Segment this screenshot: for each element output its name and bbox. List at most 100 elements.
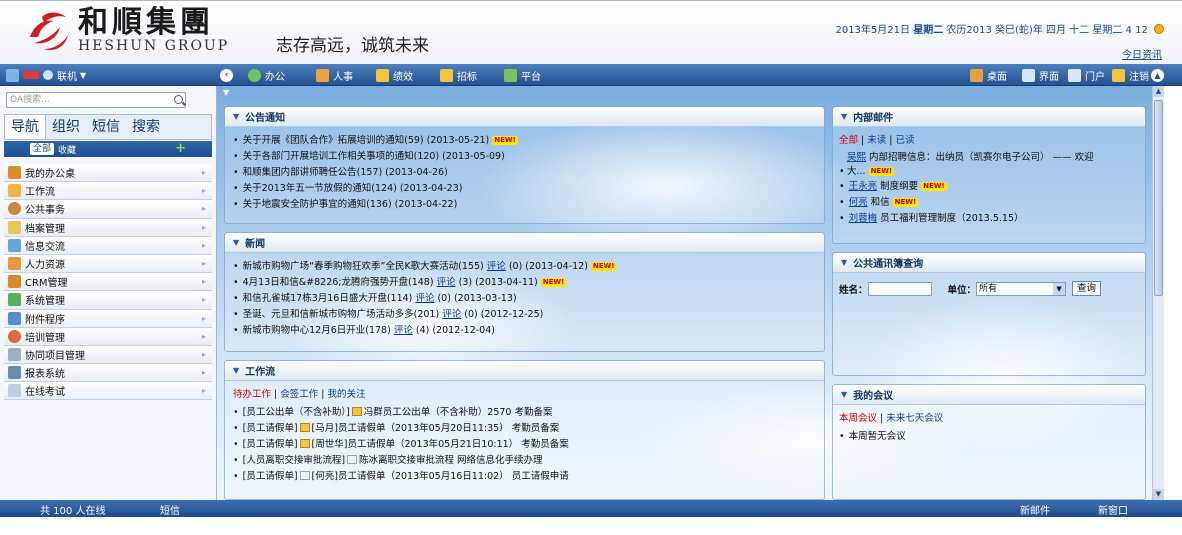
notice-item[interactable]: 关于2013年五一节放假的通知(124) (2013-04-23) (233, 181, 816, 197)
news-item[interactable]: 和信孔雀城17栋3月16日盛大开盘(114) 评论 (0) (2013-03-1… (233, 291, 816, 307)
tab-search[interactable]: 搜索 (126, 115, 166, 139)
tab-countersign[interactable]: 会签工作 (280, 389, 318, 400)
sidebar-item-human-resources[interactable]: 人力资源 ▸ (4, 254, 212, 274)
news-item[interactable]: 圣诞、元旦和信新城市购物广场活动多多(201) 评论 (0) (2012-12-… (233, 307, 816, 323)
chevron-down-icon[interactable]: ▼ (233, 366, 239, 375)
workflow-item[interactable]: [员工请假单] [周世华]员工请假单（2013年05月21日10:11） 考勤员备… (233, 437, 816, 453)
toolbar-performance[interactable]: 绩效 (376, 67, 413, 83)
tab-next-seven-days[interactable]: 未来七天会议 (886, 413, 943, 424)
sms-link[interactable]: 短信 (160, 502, 180, 517)
search-icon[interactable] (174, 95, 183, 104)
today-info-link[interactable]: 今日资讯 (1122, 46, 1162, 61)
filter-all-button[interactable]: 全部 (30, 143, 55, 155)
comment-link[interactable]: 评论 (437, 277, 456, 288)
chevron-right-icon: ▸ (201, 386, 206, 396)
vertical-scrollbar[interactable]: ▲ ▼ (1152, 86, 1164, 500)
comment-link[interactable]: 评论 (487, 261, 506, 272)
desktop-content: ▼ ▼ 公告通知 关于开展《团队合作》拓展培训的通知(59) (2013-05-2… (217, 86, 1152, 500)
new-mail-link[interactable]: 新邮件 (1020, 502, 1050, 517)
new-badge: NEW! (868, 167, 895, 176)
tab-sms[interactable]: 短信 (86, 115, 126, 139)
chevron-down-icon[interactable]: ▼ (841, 390, 847, 399)
scroll-down-arrow-icon[interactable]: ▼ (1153, 489, 1164, 500)
notice-item[interactable]: 关于开展《团队合作》拓展培训的通知(59) (2013-05-21)NEW! (233, 133, 816, 149)
toolbar-portal[interactable]: 门户 (1068, 67, 1105, 83)
online-count[interactable]: 共 100 人在线 (40, 502, 105, 517)
tab-read-mail[interactable]: 已读 (896, 135, 915, 146)
tab-pending-work[interactable]: 待办工作 (233, 389, 271, 400)
exam-icon (8, 384, 21, 398)
news-item[interactable]: 新城市购物中心12月6日开业(178) 评论 (4) (2012-12-04) (233, 323, 816, 339)
sidebar-item-public-affairs[interactable]: 公共事务 ▸ (4, 200, 212, 219)
scroll-up-arrow-icon[interactable]: ▲ (1153, 86, 1164, 97)
toolbar-hr[interactable]: 人事 (316, 67, 353, 83)
toolbar-interface[interactable]: 界面 (1022, 67, 1059, 83)
mail-sender[interactable]: 何亮 (849, 197, 868, 208)
tab-my-follow[interactable]: 我的关注 (328, 389, 366, 400)
add-icon[interactable]: + (175, 142, 186, 155)
filter-favorites-button[interactable]: 收藏 (58, 143, 76, 156)
sidebar-item-crm[interactable]: CRM管理 ▸ (4, 273, 212, 292)
mail-sender[interactable]: 刘蓉梅 (849, 213, 878, 224)
tab-unread-mail[interactable]: 未读 (867, 135, 886, 146)
chevron-down-icon[interactable]: ▼ (841, 112, 847, 121)
query-button[interactable]: 查询 (1072, 281, 1102, 296)
new-window-link[interactable]: 新窗口 (1098, 502, 1128, 517)
news-meta: (3) (2013-04-11) (458, 277, 538, 288)
tab-this-week-meetings[interactable]: 本周会议 (839, 413, 877, 424)
sidebar-item-reports[interactable]: 报表系统 ▸ (4, 364, 212, 383)
sidebar-item-my-desk[interactable]: 我的办公桌 ▸ (4, 164, 212, 183)
collapse-chevron-icon[interactable]: ▼ (223, 88, 229, 97)
toolbar-platform[interactable]: 平台 (504, 67, 541, 83)
notice-item[interactable]: 关于地震安全防护事宜的通知(136) (2013-04-22) (233, 197, 816, 213)
comment-link[interactable]: 评论 (415, 293, 434, 304)
chevron-down-icon[interactable]: ▼ (233, 238, 239, 247)
tab-all-mail[interactable]: 全部 (839, 135, 858, 146)
toolbar-office-label: 办公 (265, 71, 285, 83)
logo: 和順集團 HESHUN GROUP (24, 7, 229, 59)
comment-link[interactable]: 评论 (394, 325, 413, 336)
search-input[interactable]: OA搜索... (6, 92, 186, 108)
sidebar-item-projects[interactable]: 协同项目管理 ▸ (4, 345, 212, 365)
workflow-item[interactable]: [员工请假单] [马月]员工请假单（2013年05月20日11:35） 考勤员备案 (233, 421, 816, 437)
mail-item[interactable]: • 吴熙 内部招聘信息：出纳员（凯赛尔电子公司） —— 欢迎 大... NEW! (839, 151, 1139, 179)
workflow-desc: 陈冰离职交接审批流程 网络信息化手续办理 (359, 455, 543, 466)
chevron-down-icon[interactable]: ▼ (841, 258, 847, 267)
mail-sender[interactable]: 吴熙 (847, 152, 866, 163)
sidebar-item-workflow[interactable]: 工作流 ▸ (4, 182, 212, 201)
workflow-item[interactable]: [员工请假单] [何亮]员工请假单（2013年05月16日11:02） 员工请假申… (233, 469, 816, 485)
toolbar-bidding[interactable]: 招标 (440, 67, 477, 83)
toolbar-bidding-label: 招标 (457, 71, 477, 83)
collapse-up-icon[interactable]: ▲ (1151, 68, 1164, 82)
toolbar-desktop[interactable]: 桌面 (970, 67, 1007, 83)
chevron-right-icon: ▸ (201, 295, 206, 305)
unit-select[interactable]: 所有 ▼ (976, 281, 1067, 296)
notice-item[interactable]: 和顺集团内部讲师聘任公告(157) (2013-04-26) (233, 165, 816, 181)
name-input[interactable] (867, 281, 932, 296)
sidebar-item-system[interactable]: 系统管理 ▸ (4, 291, 212, 310)
comment-link[interactable]: 评论 (442, 309, 461, 320)
workflow-item[interactable]: [员工公出单（不含补助）] 冯群员工公出单（不含补助）2570 考勤备案 (233, 405, 816, 421)
mail-item[interactable]: 刘蓉梅 员工福利管理制度（2013.5.15） (839, 211, 1139, 227)
notice-item[interactable]: 关于各部门开展培训工作相关事项的通知(120) (2013-05-09) (233, 149, 816, 165)
toolbar-office[interactable]: 办公 (248, 67, 285, 83)
scroll-thumb[interactable] (1154, 100, 1163, 296)
sidebar-item-archives[interactable]: 档案管理 ▸ (4, 218, 212, 237)
workflow-tabs: 待办工作 | 会签工作 | 我的关注 (233, 389, 366, 400)
toolbar-logout[interactable]: 注销 ▲ (1112, 67, 1168, 83)
news-item[interactable]: 4月13日和信&#8226;龙腾府强势开盘(148) 评论 (3) (2013-… (233, 275, 816, 291)
tab-navigation[interactable]: 导航 (5, 115, 46, 139)
sidebar-item-online-exam[interactable]: 在线考试 ▸ (4, 382, 212, 401)
mail-item[interactable]: 何亮 和信NEW! (839, 195, 1139, 211)
chevron-down-icon[interactable]: ▼ (233, 112, 239, 121)
news-item[interactable]: 新城市购物广场“春季购物狂欢季”全民K歌大赛活动(155) 评论 (0) (20… (233, 259, 816, 275)
sidebar-item-info-exchange[interactable]: 信息交流 ▸ (4, 236, 212, 255)
tab-organization[interactable]: 组织 (46, 115, 86, 139)
sidebar-item-training[interactable]: 培训管理 ▸ (4, 327, 212, 346)
mail-sender[interactable]: 王永亮 (849, 181, 878, 192)
user-status-menu[interactable]: 联机 ▼ (6, 67, 86, 83)
sidebar-item-attachments[interactable]: 附件程序 ▸ (4, 309, 212, 328)
workflow-item[interactable]: [人员离职交接审批流程] 陈冰离职交接审批流程 网络信息化手续办理 (233, 453, 816, 469)
toolbar-back-button[interactable]: ‹ (220, 67, 237, 83)
mail-item[interactable]: 王永亮 制度纲要NEW! (839, 179, 1139, 195)
